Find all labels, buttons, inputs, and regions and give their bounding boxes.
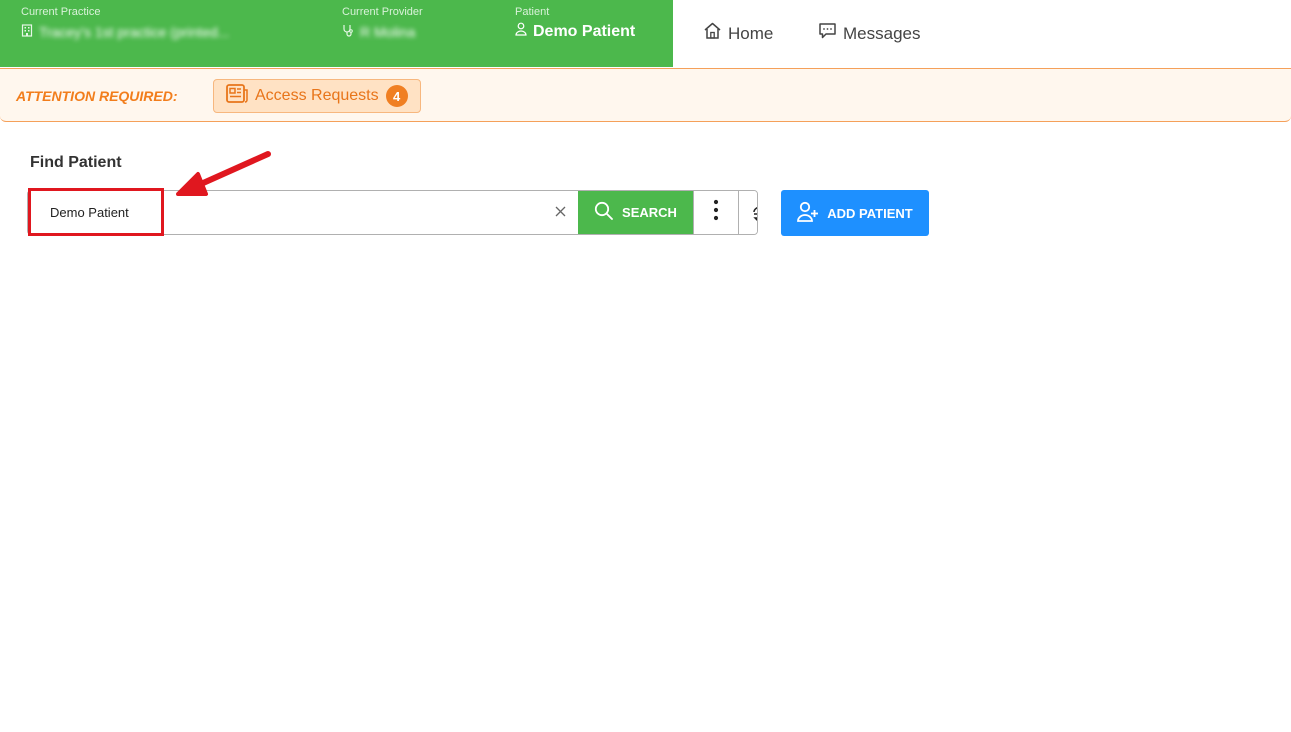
access-requests-count-badge: 4 [385,85,408,107]
message-icon [818,22,837,45]
current-practice-label: Current Practice [21,6,101,18]
home-icon [703,22,722,45]
user-icon [515,22,527,41]
access-requests-button[interactable]: Access Requests 4 [213,79,421,113]
nav-messages-label: Messages [843,23,921,43]
current-practice[interactable]: Current Practice Tracey's 1st practice (… [21,6,229,40]
document-list-icon [226,83,248,109]
nav-home[interactable]: Home [703,22,773,45]
find-patient-title: Find Patient [30,154,122,171]
current-provider[interactable]: Current Provider R Molina [342,6,423,40]
attention-label: ATTENTION REQUIRED: [16,88,178,104]
current-provider-label: Current Provider [342,6,423,18]
search-icon [594,201,614,224]
clear-search-button[interactable] [542,191,578,234]
switch-patient-button[interactable] [738,191,757,234]
add-patient-label: ADD PATIENT [827,205,913,221]
kebab-menu-icon [713,199,719,226]
nav-home-label: Home [728,23,774,43]
search-button[interactable]: SEARCH [578,191,693,234]
more-options-button[interactable] [693,191,738,234]
search-button-label: SEARCH [622,205,677,220]
current-provider-value: R Molina [360,24,416,40]
patient-label: Patient [515,6,550,18]
access-requests-label: Access Requests [255,87,379,104]
attention-bar: ATTENTION REQUIRED: Access Requests 4 [0,68,1291,122]
top-bar: Current Practice Tracey's 1st practice (… [0,0,1291,67]
stethoscope-icon [342,24,354,40]
current-practice-value: Tracey's 1st practice (printed... [39,24,230,40]
switch-user-icon [751,198,757,227]
annotation-highlight-box [28,188,164,236]
add-patient-button[interactable]: ADD PATIENT [781,190,929,236]
current-patient[interactable]: Patient Demo Patient [515,6,635,41]
annotation-arrow-icon [176,151,271,196]
nav-messages[interactable]: Messages [818,22,920,45]
close-icon [555,204,566,222]
building-icon [21,24,33,40]
patient-name: Demo Patient [533,22,636,40]
add-user-icon [797,201,819,226]
context-panel: Current Practice Tracey's 1st practice (… [0,0,673,67]
